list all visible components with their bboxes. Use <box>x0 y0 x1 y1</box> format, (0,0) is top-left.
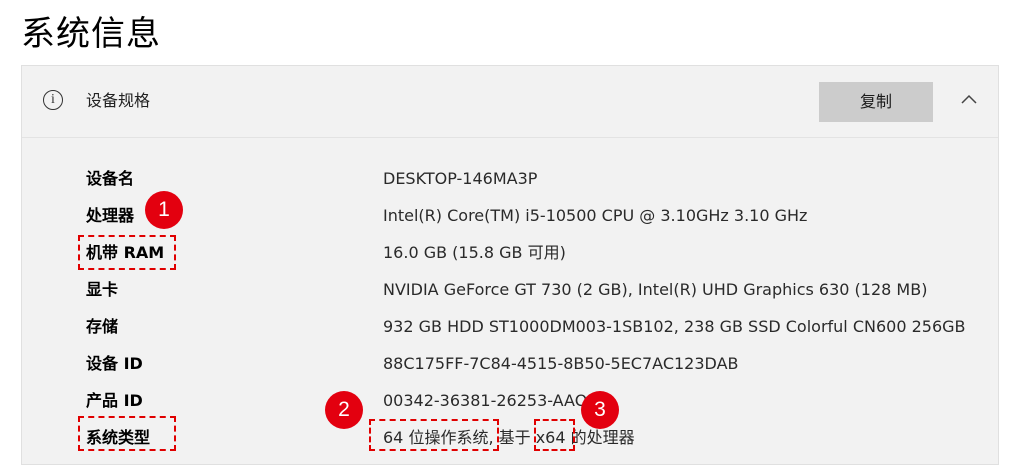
spec-value: 88C175FF-7C84-4515-8B50-5EC7AC123DAB <box>383 354 739 373</box>
spec-label: 处理器 <box>86 206 135 225</box>
spec-label: 存储 <box>86 317 119 336</box>
annotation-marker-3: 3 <box>581 391 619 429</box>
chevron-up-icon[interactable] <box>959 90 979 110</box>
spec-label: 设备名 <box>86 169 135 188</box>
spec-value: 16.0 GB (15.8 GB 可用) <box>383 243 566 262</box>
highlight-ram-label <box>78 235 176 270</box>
spec-label: 产品 ID <box>86 391 143 410</box>
device-specs-title: 设备规格 <box>86 91 151 110</box>
spec-value: Intel(R) Core(TM) i5-10500 CPU @ 3.10GHz… <box>383 206 808 225</box>
page-title: 系统信息 <box>21 14 161 54</box>
highlight-x64 <box>534 419 575 451</box>
info-icon: i <box>43 90 63 110</box>
spec-value: NVIDIA GeForce GT 730 (2 GB), Intel(R) U… <box>383 280 928 299</box>
spec-label: 显卡 <box>86 280 119 299</box>
spec-value: 932 GB HDD ST1000DM003-1SB102, 238 GB SS… <box>383 317 966 336</box>
copy-button[interactable]: 复制 <box>819 82 933 122</box>
annotation-marker-1: 1 <box>145 191 183 229</box>
device-specs-header[interactable]: i 设备规格 复制 <box>22 66 998 138</box>
highlight-system-type-label <box>78 416 176 451</box>
highlight-64bit-os <box>369 419 499 451</box>
annotation-marker-2: 2 <box>325 391 363 429</box>
spec-value: DESKTOP-146MA3P <box>383 169 538 188</box>
spec-label: 设备 ID <box>86 354 143 373</box>
spec-value: 00342-36381-26253-AAOEM <box>383 391 612 410</box>
